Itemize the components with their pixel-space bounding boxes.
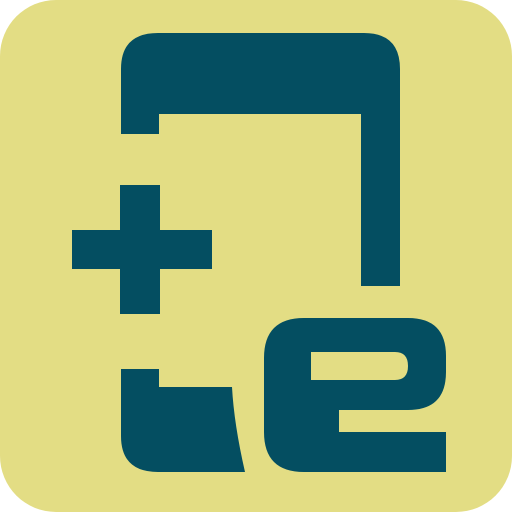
add-e-document-icon <box>0 0 512 512</box>
app-icon <box>0 0 512 512</box>
letter-e-icon <box>264 318 446 472</box>
